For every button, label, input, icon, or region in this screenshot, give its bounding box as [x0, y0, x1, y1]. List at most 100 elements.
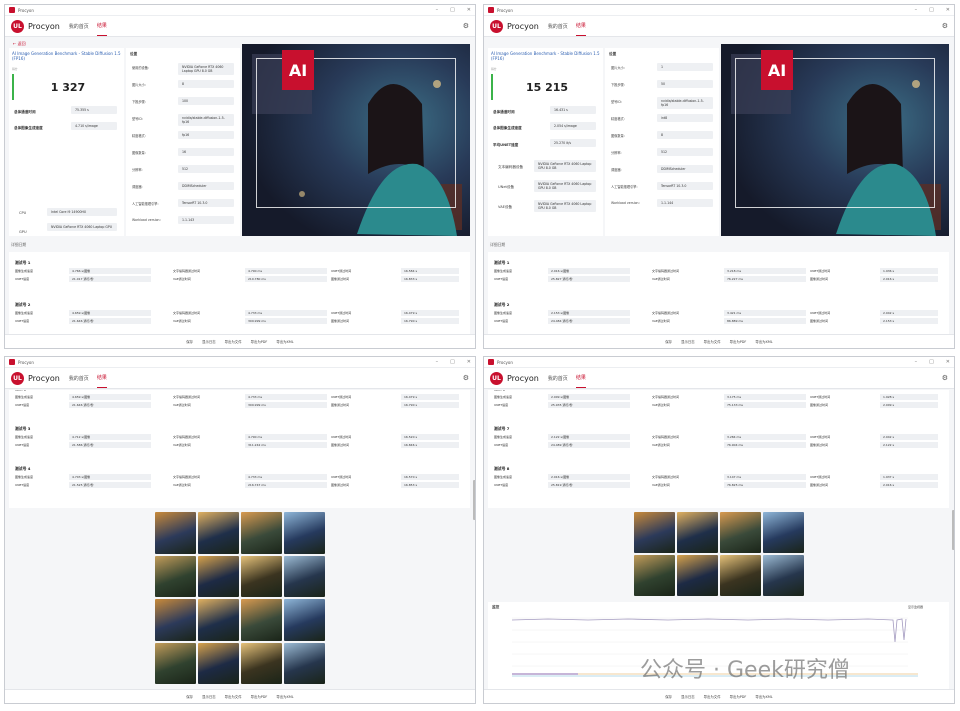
generated-image[interactable]: [198, 512, 239, 554]
export-pdf-button[interactable]: 导出为PDF: [730, 694, 747, 699]
setting-key: 分辨率:: [132, 168, 143, 172]
minimize-icon[interactable]: –: [915, 359, 918, 365]
save-button[interactable]: 保存: [186, 339, 193, 344]
export-pdf-button[interactable]: 导出为PDF: [251, 694, 268, 699]
minimize-icon[interactable]: –: [436, 359, 439, 365]
procyon-logo-icon: UL: [11, 19, 24, 33]
tab-results[interactable]: 结果: [575, 16, 586, 36]
generated-image[interactable]: [284, 512, 325, 554]
generated-image[interactable]: [677, 555, 718, 596]
tab-results[interactable]: 结果: [96, 368, 107, 388]
generated-image[interactable]: [241, 599, 282, 641]
scrollbar[interactable]: [952, 510, 954, 550]
show-log-button[interactable]: 显示日志: [202, 339, 216, 344]
maximize-icon[interactable]: □: [450, 359, 455, 365]
save-button[interactable]: 保存: [665, 339, 672, 344]
metric-value: 4.790 ms: [245, 268, 327, 274]
nav-bar: UL Procyon 我的首页 结果 ⚙: [484, 16, 954, 37]
generated-image[interactable]: [198, 642, 239, 684]
generated-image[interactable]: [677, 512, 718, 553]
tab-home[interactable]: 我的首页: [69, 17, 89, 36]
title-bar: Procyon – □ ✕: [5, 5, 475, 16]
metric-label: UNET通过时间: [331, 435, 352, 439]
generated-image[interactable]: [284, 599, 325, 641]
setting-value: nvidia/stable-diffusion-1-5-fp16: [178, 114, 234, 126]
generated-image[interactable]: [720, 555, 761, 596]
window-title: Procyon: [18, 359, 34, 365]
metric-label: 图像通过时间: [810, 443, 829, 447]
gear-icon[interactable]: ⚙: [942, 374, 948, 382]
metric-value: 4.703 s/图像: [69, 474, 151, 480]
tab-results[interactable]: 结果: [575, 368, 586, 388]
generated-image[interactable]: [720, 512, 761, 553]
export-file-button[interactable]: 导出为文件: [704, 694, 721, 699]
back-link[interactable]: ← 返回: [13, 41, 26, 47]
settings-panel: 设置 图片大小: 1 下推步骤: 50 型号ID: nvidia/stable-diffu…: [605, 48, 719, 236]
generated-image[interactable]: [155, 512, 196, 554]
export-pdf-button[interactable]: 导出为PDF: [730, 339, 747, 344]
brand-name: Procyon: [507, 373, 539, 383]
tab-results[interactable]: 结果: [96, 16, 107, 36]
export-file-button[interactable]: 导出为文件: [704, 339, 721, 344]
show-log-button[interactable]: 显示日志: [202, 694, 216, 699]
procyon-logo-icon: UL: [490, 19, 503, 33]
run-heading: 测试号 8: [494, 466, 510, 471]
show-log-button[interactable]: 显示日志: [681, 694, 695, 699]
metric-value: 2.016 s/图像: [548, 268, 630, 274]
generated-image[interactable]: [763, 512, 804, 553]
maximize-icon[interactable]: □: [929, 7, 934, 13]
generated-image[interactable]: [198, 555, 239, 597]
export-file-button[interactable]: 导出为文件: [225, 694, 242, 699]
generated-image[interactable]: [155, 642, 196, 684]
generated-image[interactable]: [284, 555, 325, 597]
minimize-icon[interactable]: –: [915, 7, 918, 13]
tab-home[interactable]: 我的首页: [548, 17, 568, 36]
setting-key: 下推步骤:: [611, 83, 625, 87]
gpu-value: NVIDIA GeForce RTX 4060 Laptop GPU: [47, 223, 117, 231]
maximize-icon[interactable]: □: [929, 359, 934, 365]
metric-value: 25.819 通行/秒: [548, 482, 630, 488]
save-button[interactable]: 保存: [186, 694, 193, 699]
close-icon[interactable]: ✕: [467, 7, 471, 13]
generated-image[interactable]: [155, 599, 196, 641]
tab-home[interactable]: 我的首页: [69, 369, 89, 388]
gear-icon[interactable]: ⚙: [942, 22, 948, 30]
metric-value: 1.937 s: [880, 474, 938, 480]
export-xml-button[interactable]: 导出为XML: [276, 339, 293, 344]
close-icon[interactable]: ✕: [946, 7, 950, 13]
export-xml-button[interactable]: 导出为XML: [276, 694, 293, 699]
generated-image[interactable]: [284, 642, 325, 684]
metric-value: 4.659 s/图像: [69, 394, 151, 400]
window-title: Procyon: [497, 7, 513, 13]
run-heading: 测试号 1: [15, 260, 31, 265]
save-button[interactable]: 保存: [665, 694, 672, 699]
maximize-icon[interactable]: □: [450, 7, 455, 13]
export-xml-button[interactable]: 导出为XML: [755, 694, 772, 699]
generated-image[interactable]: [241, 512, 282, 554]
tab-home[interactable]: 我的首页: [548, 369, 568, 388]
generated-image[interactable]: [634, 555, 675, 596]
generated-image[interactable]: [634, 512, 675, 553]
setting-key: 下推步骤:: [132, 100, 146, 104]
app-icon: [9, 7, 15, 13]
gear-icon[interactable]: ⚙: [463, 22, 469, 30]
scrollbar[interactable]: [473, 480, 475, 520]
show-log-button[interactable]: 显示日志: [681, 339, 695, 344]
minimize-icon[interactable]: –: [436, 7, 439, 13]
settings-title: 设置: [130, 52, 138, 56]
export-xml-button[interactable]: 导出为XML: [755, 339, 772, 344]
close-icon[interactable]: ✕: [946, 359, 950, 365]
generated-image[interactable]: [198, 599, 239, 641]
gear-icon[interactable]: ⚙: [463, 374, 469, 382]
close-icon[interactable]: ✕: [467, 359, 471, 365]
setting-value: NVIDIA GeForce RTX 4060 Laptop GPU 8.0 G…: [178, 63, 234, 75]
generated-image[interactable]: [241, 555, 282, 597]
export-pdf-button[interactable]: 导出为PDF: [251, 339, 268, 344]
export-file-button[interactable]: 导出为文件: [225, 339, 242, 344]
results-content: 测试号 6图像生成速度2.009 s/图像文字编码器通过时间3.175 msUN…: [484, 390, 954, 689]
generated-image[interactable]: [155, 555, 196, 597]
setting-key: 图像数量:: [132, 151, 146, 155]
generated-image[interactable]: [763, 555, 804, 596]
metric-value: 4.733 ms: [245, 474, 327, 480]
generated-image[interactable]: [241, 642, 282, 684]
